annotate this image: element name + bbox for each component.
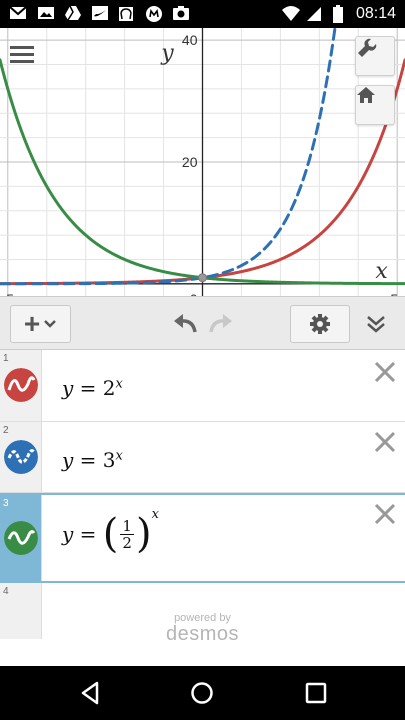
motorola-icon — [146, 6, 162, 22]
recents-icon[interactable] — [305, 681, 327, 705]
red-curve-icon[interactable] — [4, 368, 38, 402]
close-icon[interactable] — [373, 430, 397, 454]
tick-label-y-20: 20 — [182, 154, 198, 170]
x-axis-label: x — [375, 259, 388, 284]
fraction: 12 — [120, 516, 134, 552]
expression-gutter: 1 — [0, 350, 42, 421]
add-expression-button[interactable]: + — [10, 305, 71, 343]
axis-labels: -5502040xy — [2, 32, 399, 296]
settings-button[interactable] — [290, 305, 350, 343]
expression-index: 3 — [3, 498, 9, 509]
expression-row-1[interactable]: 1 y = 2x — [0, 350, 405, 422]
desmos-logo: desmos — [165, 623, 240, 645]
expression-row-2[interactable]: 2 y = 3x — [0, 422, 405, 493]
collapse-icon[interactable] — [365, 314, 387, 334]
wrench-icon — [358, 38, 377, 57]
home-button[interactable] — [355, 85, 395, 125]
blue-curve-icon[interactable] — [4, 440, 38, 474]
signal-icon — [307, 7, 321, 21]
graph-canvas[interactable]: -5502040xy — [0, 28, 405, 296]
camera-icon — [173, 6, 189, 20]
chevron-down-icon — [44, 320, 57, 328]
home-nav-icon[interactable] — [190, 681, 214, 705]
battery-icon — [333, 5, 343, 23]
expression-toolbar: + — [0, 296, 405, 350]
clock: 08:14 — [355, 5, 396, 22]
intersection-point — [198, 273, 207, 283]
image-icon — [38, 7, 54, 19]
status-bar: 08:14 — [0, 0, 405, 28]
y-axis-label: y — [160, 41, 174, 66]
back-icon[interactable] — [80, 681, 100, 705]
tick-label-y-40: 40 — [182, 32, 198, 48]
close-icon[interactable] — [373, 502, 397, 526]
add-label: + — [23, 308, 41, 339]
motorola-icon — [119, 7, 133, 21]
expression-formula[interactable]: y = (1 2)x — [62, 507, 159, 557]
menu-icon[interactable] — [10, 46, 34, 66]
home-icon — [357, 87, 375, 103]
expression-formula[interactable]: y = 3x — [62, 448, 123, 472]
expression-formula[interactable]: y = 2x — [62, 376, 123, 400]
expression-row-3[interactable]: 3 y = (1 2)x — [0, 493, 405, 583]
powered-by-desmos[interactable]: powered by desmos — [0, 612, 405, 646]
drive-icon — [65, 5, 81, 21]
green-curve-icon[interactable] — [4, 521, 38, 555]
expression-gutter: 2 — [0, 422, 42, 492]
close-icon[interactable] — [373, 360, 397, 384]
expression-index: 4 — [3, 586, 9, 597]
wrench-button[interactable] — [355, 36, 395, 76]
nike-icon — [92, 6, 108, 20]
wifi-icon — [282, 6, 300, 21]
expression-index: 2 — [3, 425, 9, 436]
navigation-bar — [0, 666, 405, 720]
gear-icon — [310, 314, 330, 334]
curve-3x — [0, 28, 337, 286]
redo-icon[interactable] — [207, 314, 235, 334]
undo-icon[interactable] — [171, 314, 199, 334]
graph-paper[interactable]: -5502040xy — [0, 28, 405, 296]
gmail-icon — [9, 6, 27, 19]
expression-index: 1 — [3, 353, 9, 364]
expression-gutter: 3 — [0, 495, 42, 581]
